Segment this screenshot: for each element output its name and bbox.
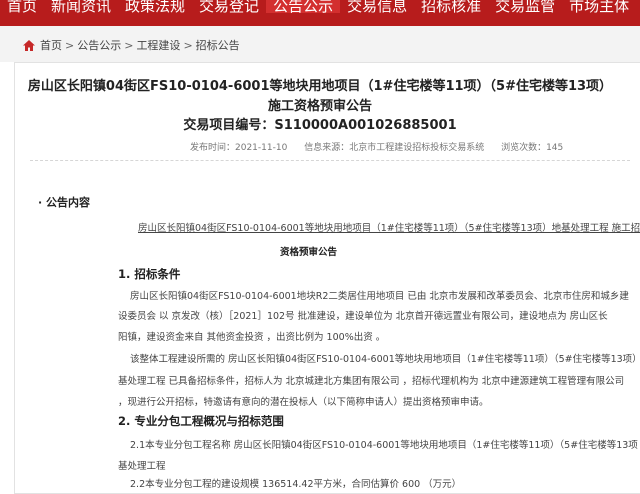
project-code: 交易项目编号：S110000A001026885001 [183, 118, 457, 133]
nav-item[interactable]: 交易监管 [488, 0, 562, 14]
info-source: 信息来源：北京市工程建设招标投标交易系统 [304, 143, 485, 153]
nav-item[interactable]: 公告公示 [266, 0, 341, 14]
top-navigation: 首页 新闻资讯 政策法规 交易登记 公告公示 交易信息 招标核准 交易监管 市场主体 [0, 0, 640, 26]
breadcrumb-tender-notice[interactable]: 招标公告 [196, 37, 240, 53]
paragraph-line: 该整体工程建设所需的 房山区长阳镇04街区FS10-0104-6001等地块用地… [130, 354, 640, 365]
paragraph-line: 基处理工程 已具备招标条件，招标人为 北京城建北方集团有限公司 ，招标代理机构为… [118, 376, 625, 387]
paragraph-line: 设委员会 以 京发改（核）［2021］102号 批准建设，建设单位为 北京首开德… [118, 311, 608, 322]
subject-line: 房山区长阳镇04街区FS10-0104-6001等地块用地项目（1#住宅楼等11… [138, 223, 640, 234]
heading-bidding-conditions: 1. 招标条件 [118, 267, 181, 281]
breadcrumb-construction[interactable]: 工程建设 [136, 37, 180, 53]
section-label: · 公告内容 [38, 196, 91, 209]
heading-project-overview: 2. 专业分包工程概况与招标范围 [118, 414, 284, 428]
article-title-line1: 房山区长阳镇04街区FS10-0104-6001等地块用地项目（1#住宅楼等11… [27, 79, 613, 94]
article-title-line2: 施工资格预审公告 [267, 99, 372, 114]
notice-title: 资格预审公告 [280, 247, 338, 258]
breadcrumb-notices[interactable]: 公告公示 [77, 37, 121, 53]
paragraph-line: 基处理工程 [118, 461, 166, 472]
paragraph-line: 2.1本专业分包工程名称 房山区长阳镇04街区FS10-0104-6001等地块… [130, 440, 638, 451]
breadcrumb-separator: > [65, 38, 75, 52]
breadcrumb-separator: > [124, 38, 134, 52]
nav-item[interactable]: 新闻资讯 [44, 0, 118, 14]
divider [30, 160, 630, 161]
nav-item[interactable]: 招标核准 [414, 0, 488, 14]
view-count: 浏览次数：145 [501, 143, 564, 153]
home-icon [23, 39, 35, 51]
breadcrumb-separator: > [183, 38, 193, 52]
publish-time: 发布时间：2021-11-10 [190, 143, 288, 153]
nav-item[interactable]: 政策法规 [118, 0, 192, 14]
nav-item[interactable]: 市场主体 [562, 0, 636, 14]
paragraph-line: ，现进行公开招标，特邀请有意向的潜在投标人（以下简称申请人）提出资格预审申请。 [118, 397, 489, 408]
breadcrumb-home[interactable]: 首页 [40, 37, 62, 53]
breadcrumb: 首页 > 公告公示 > 工程建设 > 招标公告 [22, 37, 240, 53]
nav-item[interactable]: 交易信息 [340, 0, 414, 14]
nav-item[interactable]: 交易登记 [192, 0, 266, 14]
paragraph-line: 房山区长阳镇04街区FS10-0104-6001地块R2二类居住用地项目 已由 … [130, 291, 629, 302]
paragraph-line: 阳镇，建设资金来自 其他资金投资 ，出资比例为 100%出资 。 [118, 332, 386, 343]
article-meta: 发布时间：2021-11-10 信息来源：北京市工程建设招标投标交易系统 浏览次… [190, 140, 577, 153]
nav-item[interactable]: 首页 [0, 0, 44, 14]
